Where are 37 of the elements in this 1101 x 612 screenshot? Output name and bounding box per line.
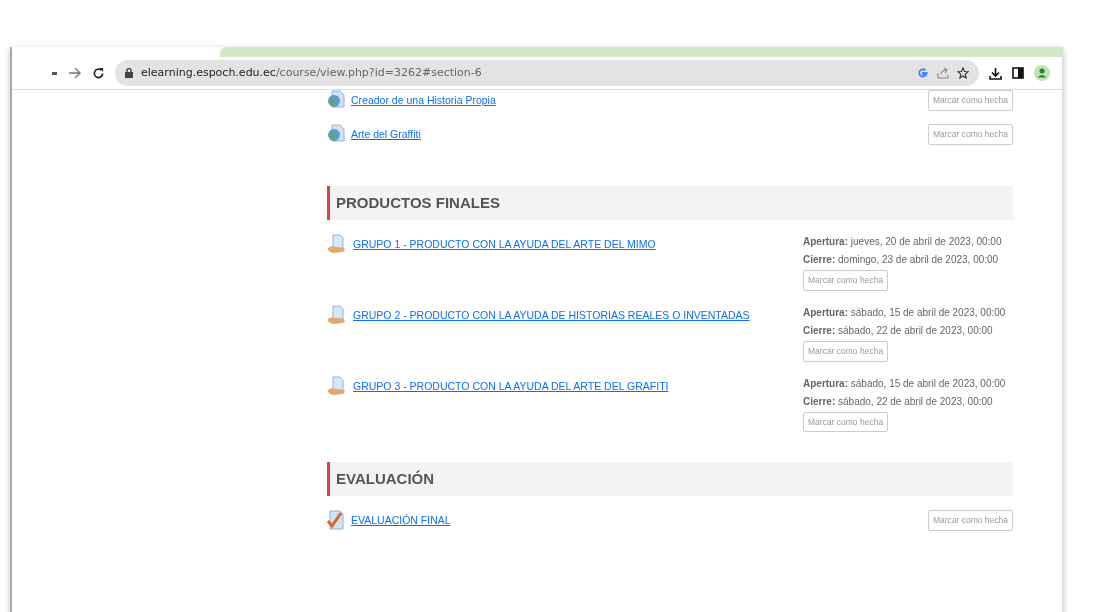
side-panel-icon[interactable] [1012,67,1024,79]
date-text: Apertura: jueves, 20 de abril de 2023, 00:00 [803,235,1002,249]
address-bar[interactable]: elearning.espoch.edu.ec/course/view.php?id=3262#section-6 [115,60,979,86]
mark-done-button[interactable]: Marcar como hecha [803,340,889,362]
lock-icon [125,68,133,78]
document-hand-icon [327,234,347,254]
section-title: PRODUCTOS FINALES [336,192,500,213]
mark-done-button[interactable]: Marcar como hecha [927,90,1013,111]
section-title: EVALUACIÓN [336,469,435,489]
activity-link[interactable]: GRUPO 3 - PRODUCTO CON LA AYUDA DEL ARTE DEL GRAFITI [353,375,797,395]
url-text[interactable]: elearning.espoch.edu.ec/course/view.php?id=3262#section-6 [141,64,482,82]
mark-done-button[interactable]: Marcar como hecha [803,411,889,433]
activity-link[interactable]: Arte del Graffiti [351,124,922,143]
globe-page-icon [327,90,345,108]
reload-icon[interactable] [92,66,105,80]
profile-avatar[interactable] [1034,65,1050,81]
mark-done-button[interactable]: Marcar como hecha [927,510,1013,531]
date-text: Cierre: domingo, 23 de abril de 2023, 00:00 [803,253,999,267]
download-icon[interactable] [989,66,1002,80]
mark-done-button[interactable]: Marcar como hecha [927,124,1013,145]
globe-page-icon [327,124,345,142]
document-hand-icon [327,375,347,396]
google-icon[interactable] [917,67,929,79]
activity-link[interactable]: EVALUACIÓN FINAL [351,510,922,529]
date-text: Cierre: sábado, 22 de abril de 2023, 00:00 [803,394,993,409]
date-text: Apertura: sábado, 15 de abril de 2023, 00:00 [803,376,1006,391]
mark-done-button[interactable]: Marcar como hecha [803,270,889,291]
date-text: Apertura: sábado, 15 de abril de 2023, 00:00 [803,305,1006,320]
activity-link[interactable]: GRUPO 2 - PRODUCTO CON LA AYUDA DE HISTORIAS REALES O INVENTADAS [353,304,797,324]
activity-link[interactable]: GRUPO 1 - PRODUCTO CON LA AYUDA DEL ARTE DEL MIMO [353,234,797,253]
checklist-icon [327,510,345,531]
star-icon[interactable] [957,67,969,79]
date-text: Cierre: sábado, 22 de abril de 2023, 00:00 [803,323,993,338]
document-hand-icon [327,304,347,325]
activity-link[interactable]: Creador de una Historia Propia [351,90,922,109]
share-icon[interactable] [937,67,949,79]
forward-icon[interactable] [68,67,82,79]
